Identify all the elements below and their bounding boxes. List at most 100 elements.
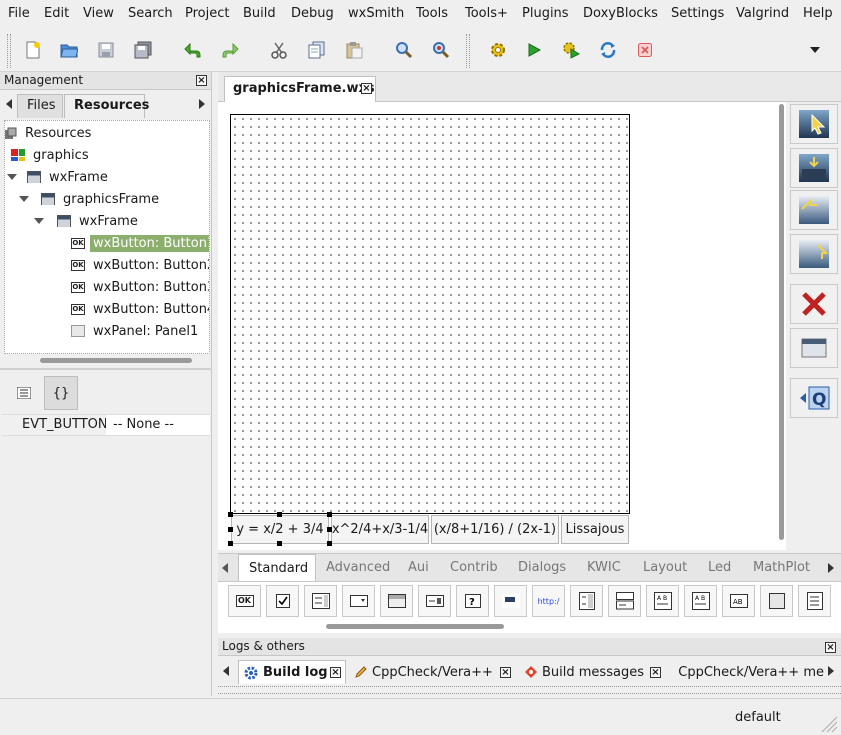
selection-handle[interactable] <box>327 541 332 546</box>
event-row[interactable]: EVT_BUTTON -- None -- <box>2 414 210 436</box>
tab-files[interactable]: Files <box>17 94 63 118</box>
palette-tab-led[interactable]: Led <box>708 560 731 575</box>
button2-preview[interactable]: x^2/4+x/3-1/4 <box>331 515 429 544</box>
wxgauge-tool-icon[interactable] <box>380 585 413 617</box>
cut-icon[interactable] <box>268 40 290 60</box>
tree-node-resources[interactable]: Resources <box>5 123 94 143</box>
wxstatictext-tool-icon[interactable]: AB <box>722 585 755 617</box>
tree-node-button3[interactable]: OK wxButton: Button3 <box>71 277 209 297</box>
selection-handle[interactable] <box>228 527 233 532</box>
button4-preview[interactable]: Lissajous <box>561 515 629 544</box>
wxpanel-tool-icon[interactable] <box>494 585 527 617</box>
close-icon[interactable]: × <box>650 667 661 678</box>
redo-icon[interactable] <box>219 40 241 60</box>
toolbar-overflow-icon[interactable] <box>810 47 820 53</box>
palette-tab-layout[interactable]: Layout <box>643 560 687 575</box>
design-canvas[interactable] <box>230 114 630 514</box>
new-file-icon[interactable] <box>22 40 44 60</box>
save-all-icon[interactable] <box>132 40 154 60</box>
open-icon[interactable] <box>58 40 80 60</box>
tree-node-wxframe[interactable]: wxFrame <box>27 167 111 187</box>
wxhelp-button-tool-icon[interactable]: ? <box>456 585 489 617</box>
menu-project[interactable]: Project <box>185 6 229 21</box>
tree-horizontal-scrollbar[interactable] <box>40 358 192 363</box>
palette-scroll-right-icon[interactable] <box>828 563 834 573</box>
menu-doxyblocks[interactable]: DoxyBlocks <box>583 6 658 21</box>
palette-tab-dialogs[interactable]: Dialogs <box>518 560 566 575</box>
quick-properties-icon[interactable]: Q <box>790 378 838 418</box>
tree-node-button4[interactable]: OK wxButton: Button4 <box>71 299 209 319</box>
tree-node-wxframe-child[interactable]: wxFrame <box>57 211 141 231</box>
build-icon[interactable] <box>487 40 509 60</box>
selection-handle[interactable] <box>327 512 332 517</box>
selection-handle[interactable] <box>277 512 282 517</box>
menu-wxsmith[interactable]: wxSmith <box>348 6 404 21</box>
build-run-icon[interactable] <box>560 40 582 60</box>
palette-scroll-left-icon[interactable] <box>222 563 228 573</box>
close-icon[interactable]: × <box>330 667 341 678</box>
button3-preview[interactable]: (x/8+1/16) / (2x-1) <box>431 515 559 544</box>
tree-node-graphics[interactable]: graphics <box>11 145 92 165</box>
save-icon[interactable] <box>95 40 117 60</box>
wxtogglebutton-tool-icon[interactable] <box>760 585 793 617</box>
wxbutton-tool-icon[interactable]: OK <box>228 585 261 617</box>
menu-settings[interactable]: Settings <box>671 6 724 21</box>
events-view-button[interactable]: {} <box>44 376 78 410</box>
wxspinctrl-tool-icon[interactable] <box>570 585 603 617</box>
find-icon[interactable] <box>393 40 415 60</box>
palette-tab-contrib[interactable]: Contrib <box>450 560 498 575</box>
menu-tools[interactable]: Tools <box>416 6 448 21</box>
menu-edit[interactable]: Edit <box>44 6 69 21</box>
menu-tools-plus[interactable]: Tools+ <box>465 6 508 21</box>
menu-build[interactable]: Build <box>243 6 276 21</box>
toolbar-grip[interactable] <box>466 34 470 68</box>
abort-icon[interactable] <box>634 40 656 60</box>
palette-horizontal-scrollbar[interactable] <box>326 624 504 629</box>
palette-tab-kwic[interactable]: KWIC <box>587 560 621 575</box>
palette-tab-advanced[interactable]: Advanced <box>326 560 390 575</box>
menu-plugins[interactable]: Plugins <box>522 6 569 21</box>
run-icon[interactable] <box>523 40 545 60</box>
close-icon[interactable]: × <box>825 642 836 653</box>
palette-tab-standard[interactable]: Standard <box>238 554 316 582</box>
insert-into-icon[interactable] <box>790 104 838 144</box>
close-icon[interactable]: × <box>500 667 511 678</box>
tree-node-button2[interactable]: OK wxButton: Button2 <box>71 255 209 275</box>
replace-icon[interactable] <box>430 40 452 60</box>
menu-debug[interactable]: Debug <box>291 6 334 21</box>
selection-handle[interactable] <box>277 541 282 546</box>
splitter[interactable] <box>0 368 212 370</box>
wxlistbox-tool-icon[interactable] <box>418 585 451 617</box>
undo-icon[interactable] <box>182 40 204 60</box>
event-handler-value[interactable]: -- None -- <box>107 415 210 435</box>
tab-resources[interactable]: Resources <box>64 94 149 118</box>
logs-content-area[interactable] <box>218 686 841 694</box>
wxstaticbox-tool-icon[interactable]: A B <box>684 585 717 617</box>
toolbar-grip[interactable] <box>7 34 11 68</box>
insert-after-icon[interactable] <box>790 190 838 230</box>
wxcombobox-tool-icon[interactable] <box>342 585 375 617</box>
selection-handle[interactable] <box>228 512 233 517</box>
menu-view[interactable]: View <box>83 6 114 21</box>
collapse-icon[interactable] <box>7 174 17 180</box>
designer-vertical-scrollbar[interactable] <box>779 104 784 540</box>
wxradiobox-tool-icon[interactable]: A B <box>646 585 679 617</box>
collapse-icon[interactable] <box>19 196 29 202</box>
tree-node-button1[interactable]: OK wxButton: Button1 <box>71 233 209 253</box>
tab-scroll-left-icon[interactable] <box>6 99 12 109</box>
insert-parent-icon[interactable] <box>790 234 838 274</box>
selection-handle[interactable] <box>327 527 332 532</box>
tree-node-panel1[interactable]: wxPanel: Panel1 <box>71 321 201 341</box>
logs-scroll-left-icon[interactable] <box>223 666 229 676</box>
preview-icon[interactable] <box>790 328 838 368</box>
wxcheckbox-tool-icon[interactable] <box>266 585 299 617</box>
menu-help[interactable]: Help <box>803 6 833 21</box>
log-tab-build-messages[interactable]: Build messages <box>524 660 664 684</box>
wxhyperlink-tool-icon[interactable]: http:/ <box>532 585 565 617</box>
insert-before-icon[interactable] <box>790 148 838 188</box>
logs-scroll-right-icon[interactable] <box>828 666 834 676</box>
tab-graphicsframe[interactable]: graphicsFrame.wxs <box>224 76 376 102</box>
selection-handle[interactable] <box>228 541 233 546</box>
button1-preview[interactable]: y = x/2 + 3/4 <box>231 515 329 544</box>
log-tab-cppcheck-messages[interactable]: CppCheck/Vera++ me <box>674 660 824 684</box>
